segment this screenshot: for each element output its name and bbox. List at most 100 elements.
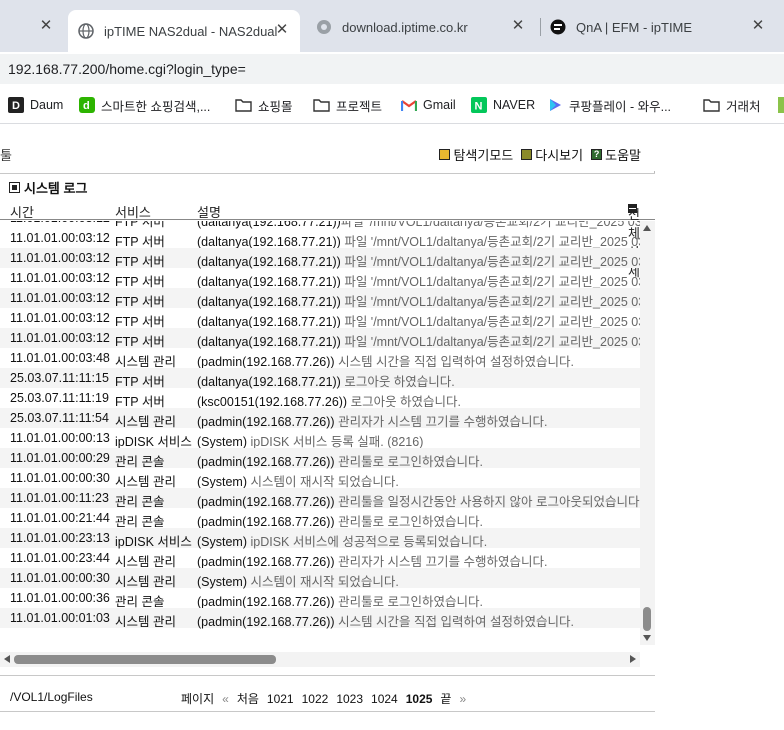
log-time: 25.03.07.11:11:54: [10, 411, 109, 425]
log-time: 11.01.01.00:00:30: [10, 471, 110, 485]
bookmark-danawa[interactable]: d 스마트한 쇼핑검색,...: [79, 96, 210, 114]
log-message: 파일 '/mnt/VOL1/daltanya/등촌교회/2기 교리반_2025 …: [340, 315, 640, 329]
table-row[interactable]: 11.01.01.00:00:36 관리 콘솔 (padmin(192.168.77…: [0, 588, 640, 609]
table-row[interactable]: 11.01.01.00:03:12 FTP 서버 (daltanya(192.168…: [0, 248, 640, 269]
url-text[interactable]: 192.168.77.200/home.cgi?login_type=: [8, 61, 246, 77]
log-time: 11.01.01.00:03:12: [10, 251, 110, 265]
table-row[interactable]: 11.01.01.00:23:13 ipDISK 서비스 (System) ipDI…: [0, 528, 640, 549]
horizontal-scroll-thumb[interactable]: [14, 655, 276, 664]
table-row[interactable]: 11.01.01.00:11:23 관리 콘솔 (padmin(192.168.77…: [0, 488, 640, 509]
bookmark-label: Gmail: [423, 98, 456, 112]
bookmark-coupang-play[interactable]: 쿠팡플레이 - 와우...: [547, 96, 671, 114]
table-row[interactable]: 11.01.01.00:00:29 관리 콘솔 (padmin(192.168.77…: [0, 448, 640, 469]
log-message: 관리자가 시스템 끄기를 수행하였습니다.: [334, 415, 548, 429]
log-time: 11.01.01.00:03:48: [10, 351, 110, 365]
table-row[interactable]: 11.01.01.00:03:12 FTP 서버 (daltanya(192.168…: [0, 288, 640, 309]
bookmark-shopping[interactable]: 쇼핑몰: [235, 96, 293, 114]
log-time: 11.01.01.00:23:44: [10, 551, 110, 565]
bookmark-daum[interactable]: D Daum: [8, 96, 63, 114]
log-message: 관리툴로 로그인하였습니다.: [334, 455, 484, 469]
pagination: 페이지 « 처음 1021 1022 1023 1024 1025 끝 »: [181, 690, 466, 707]
table-row[interactable]: 11.01.01.00:00:30 시스템 관리 (System) 시스템이 재시작…: [0, 568, 640, 589]
last-page-button[interactable]: 끝: [440, 690, 451, 707]
page-1022[interactable]: 1022: [302, 692, 329, 706]
close-tab-icon[interactable]: ✕: [274, 22, 290, 38]
explorer-mode-label: 탐색기모드: [453, 148, 514, 163]
tab-download[interactable]: download.iptime.co.kr ✕: [306, 10, 536, 44]
close-tab-icon[interactable]: ✕: [38, 18, 54, 34]
log-user: (padmin(192.168.77.26)): [197, 355, 335, 369]
column-description[interactable]: 설명: [197, 202, 221, 221]
scroll-right-icon[interactable]: [630, 655, 636, 663]
tab-ipTIME-nas[interactable]: ipTIME NAS2dual - NAS2dual ✕: [68, 10, 300, 52]
table-row[interactable]: 11.01.01.00:03:12 FTP 서버 (daltanya(192.168…: [0, 328, 640, 349]
log-message: 로그아웃 하였습니다.: [347, 395, 462, 409]
section-title: 시스템 로그: [9, 178, 87, 197]
table-row[interactable]: 11.01.01.00:03:48 시스템 관리 (padmin(192.168.7…: [0, 348, 640, 369]
scroll-up-icon[interactable]: [643, 225, 651, 231]
help-button[interactable]: ? 도움말: [591, 145, 641, 164]
bookmark-label: 거래처: [726, 99, 761, 114]
table-row[interactable]: 11.01.01.00:21:44 관리 콘솔 (padmin(192.168.77…: [0, 508, 640, 529]
app-icon: [778, 97, 784, 113]
page-1024[interactable]: 1024: [371, 692, 398, 706]
vertical-scroll-thumb[interactable]: [643, 607, 651, 631]
log-user: (System): [197, 575, 247, 589]
bookmark-gmail[interactable]: Gmail: [401, 96, 456, 114]
table-row[interactable]: 25.03.07.11:11:15 FTP 서버 (daltanya(192.168…: [0, 368, 640, 389]
next-page-button[interactable]: »: [459, 692, 466, 706]
bookmark-project[interactable]: 프로젝트: [313, 96, 382, 114]
table-row[interactable]: 11.01.01.00:00:30 시스템 관리 (System) 시스템이 재시작…: [0, 468, 640, 489]
page-1025-current[interactable]: 1025: [406, 692, 433, 706]
table-row[interactable]: 11.01.01.00.03.12FTP 서버(daltanya(192.168…: [0, 221, 640, 229]
table-row[interactable]: 11.01.01.00:03:12 FTP 서버 (daltanya(192.168…: [0, 228, 640, 249]
refresh-icon: [521, 149, 533, 160]
close-tab-icon[interactable]: ✕: [750, 18, 766, 34]
delete-all-button[interactable]: 전체삭제: [628, 202, 640, 279]
close-tab-icon[interactable]: ✕: [510, 18, 526, 34]
log-user: (daltanya(192.168.77.21)): [197, 335, 341, 349]
help-label: 도움말: [605, 148, 641, 163]
log-footer: /VOL1/LogFiles 페이지 « 처음 1021 1022 1023 1…: [0, 675, 655, 711]
naver-icon: N: [471, 97, 487, 113]
scroll-left-icon[interactable]: [4, 655, 10, 663]
log-message: 파일 '/mnt/VOL1/daltanya/등촌교회/2기 교리반_2025 …: [340, 255, 640, 269]
table-row[interactable]: 11.01.01.00:03:12 FTP 서버 (daltanya(192.168…: [0, 308, 640, 329]
log-rows[interactable]: 11.01.01.00.03.12FTP 서버(daltanya(192.168…: [0, 221, 640, 645]
table-row[interactable]: 11.01.01.00:00:13 ipDISK 서비스 (System) ipDI…: [0, 428, 640, 449]
column-time[interactable]: 시간: [10, 202, 34, 221]
tab-previous[interactable]: ✕: [0, 10, 62, 44]
page-1021[interactable]: 1021: [267, 692, 294, 706]
column-service[interactable]: 서비스: [115, 202, 151, 221]
bookmark-partners[interactable]: 거래처: [703, 96, 761, 114]
bookmark-naver[interactable]: N NAVER: [471, 96, 535, 114]
log-user: (padmin(192.168.77.26)): [197, 615, 335, 629]
system-log-panel: 시스템 로그 시간 서비스 설명 전체삭제 11.01.01.00.03.12F…: [0, 173, 655, 730]
table-row[interactable]: 11.01.01.00:01:03 시스템 관리 (padmin(192.168.7…: [0, 608, 640, 629]
log-message: 로그아웃 하였습니다.: [340, 375, 455, 389]
address-bar[interactable]: 192.168.77.200/home.cgi?login_type=: [0, 54, 784, 84]
folder-icon: [703, 98, 720, 112]
horizontal-scrollbar[interactable]: [0, 652, 640, 667]
bookmark-overflow[interactable]: [778, 96, 784, 114]
tab-qna-efm[interactable]: QnA | EFM - ipTIME ✕: [544, 10, 776, 44]
table-row[interactable]: 11.01.01.00:23:44 시스템 관리 (padmin(192.168.7…: [0, 548, 640, 569]
first-page-button[interactable]: 처음: [237, 690, 259, 707]
folder-icon: [313, 98, 330, 112]
log-time: 11.01.01.00.03.12: [10, 221, 110, 225]
log-user: (daltanya(192.168.77.21)): [197, 375, 341, 389]
scroll-down-icon[interactable]: [643, 635, 651, 641]
table-row[interactable]: 25.03.07.11:11:54 시스템 관리 (padmin(192.168.7…: [0, 408, 640, 429]
log-time: 11.01.01.00:03:12: [10, 291, 110, 305]
table-row[interactable]: 11.01.01.00:03:12 FTP 서버 (daltanya(192.168…: [0, 268, 640, 289]
globe-icon: [78, 23, 94, 39]
page-1023[interactable]: 1023: [336, 692, 363, 706]
explorer-mode-button[interactable]: 탐색기모드: [439, 145, 513, 164]
prev-page-button[interactable]: «: [222, 692, 229, 706]
log-user: (System): [197, 475, 247, 489]
log-message: 파일 '/mnt/VOL1/daltanya/등촌교회/2기 교리반_2025 …: [340, 295, 640, 309]
table-row[interactable]: 25.03.07.11:11:19 FTP 서버 (ksc00151(192.168…: [0, 388, 640, 409]
refresh-button[interactable]: 다시보기: [521, 145, 583, 164]
log-message: 관리툴로 로그인하였습니다.: [334, 515, 484, 529]
vertical-scrollbar[interactable]: [640, 221, 655, 645]
